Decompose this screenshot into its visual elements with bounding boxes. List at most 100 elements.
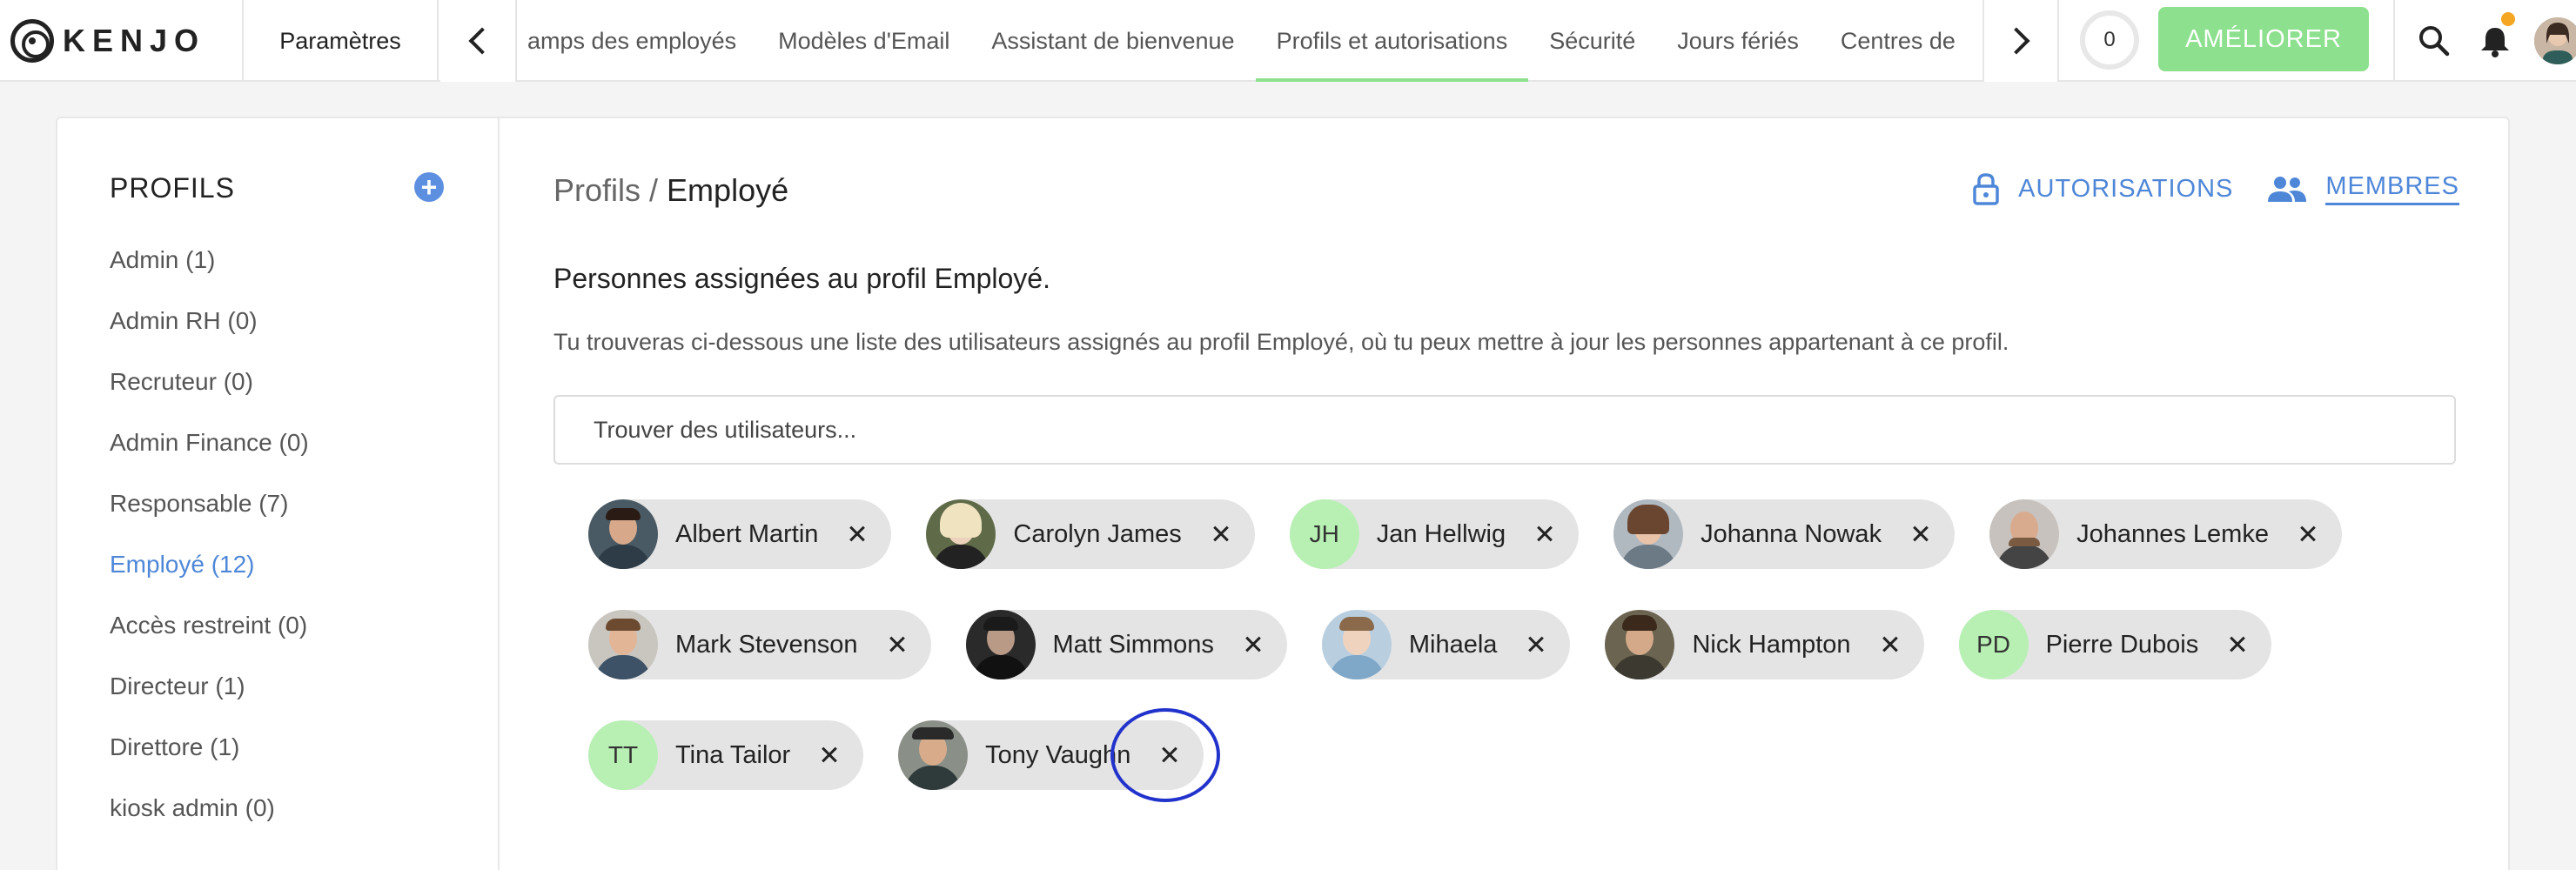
add-profile-button[interactable]: + [414, 172, 444, 202]
profiles-list: Admin (1) Admin RH (0) Recruteur (0) Adm… [110, 230, 309, 839]
member-avatar [1989, 499, 2060, 569]
tabs-scroll-left-button[interactable] [440, 0, 517, 82]
member-chip: Mihaela [1321, 610, 1571, 679]
member-name: Nick Hampton [1692, 630, 1851, 659]
kenjo-logo[interactable]: KENJO [10, 16, 205, 66]
profile-item-recruteur[interactable]: Recruteur (0) [110, 351, 309, 412]
profile-item-kiosk-admin[interactable]: kiosk admin (0) [110, 778, 309, 839]
divider [2057, 0, 2059, 82]
tab-cost-centers[interactable]: Centres de [1820, 0, 1976, 82]
tab-welcome-wizard[interactable]: Assistant de bienvenue [970, 0, 1255, 82]
avatar-image [2534, 17, 2576, 64]
members-tab-label: MEMBRES [2325, 172, 2459, 205]
upgrade-button[interactable]: AMÉLIORER [2158, 7, 2369, 71]
chevron-left-icon [468, 27, 496, 55]
search-icon [2419, 26, 2450, 57]
member-name: Carolyn James [1013, 519, 1182, 548]
people-icon [2268, 177, 2307, 202]
member-name: Tina Tailor [675, 740, 791, 769]
member-chip: Matt Simmons [965, 610, 1287, 679]
remove-member-icon[interactable] [1523, 632, 1549, 658]
remove-member-icon[interactable] [2224, 632, 2251, 658]
breadcrumb-current: Employé [667, 172, 789, 208]
plus-icon: + [420, 171, 438, 203]
profile-item-employe[interactable]: Employé (12) [110, 534, 309, 595]
profile-item-admin[interactable]: Admin (1) [110, 230, 309, 291]
member-chip: TT Tina Tailor [588, 720, 864, 790]
profiles-card: PROFILS + Admin (1) Admin RH (0) Recrute… [56, 117, 2510, 870]
permissions-tab-label: AUTORISATIONS [2018, 174, 2234, 203]
remove-member-icon[interactable] [2295, 521, 2321, 547]
permissions-tab[interactable]: AUTORISATIONS [1973, 172, 2233, 205]
member-name: Tony Vaughn [985, 740, 1131, 769]
tab-email-templates[interactable]: Modèles d'Email [757, 0, 970, 82]
member-avatar: JH [1289, 499, 1359, 569]
chevron-right-icon [2002, 27, 2030, 55]
breadcrumb: Profils / Employé [553, 172, 788, 209]
member-name: Mihaela [1408, 630, 1498, 659]
member-avatar [1613, 499, 1684, 569]
profiles-sidebar: PROFILS + Admin (1) Admin RH (0) Recrute… [57, 118, 500, 870]
bell-icon [2481, 28, 2509, 57]
tab-employee-fields[interactable]: amps des employés [517, 0, 757, 82]
progress-counter[interactable]: 0 [2080, 10, 2139, 70]
member-name: Jan Hellwig [1376, 519, 1506, 548]
profile-item-admin-rh[interactable]: Admin RH (0) [110, 291, 309, 351]
member-chip: Johannes Lemke [1989, 499, 2342, 569]
member-avatar [926, 499, 996, 569]
tab-holidays[interactable]: Jours fériés [1656, 0, 1820, 82]
member-avatar [965, 610, 1036, 679]
member-chip: JH Jan Hellwig [1289, 499, 1580, 569]
tab-profiles-permissions[interactable]: Profils et autorisations [1255, 0, 1529, 82]
logo-text: KENJO [63, 23, 206, 58]
remove-member-icon[interactable] [816, 742, 842, 768]
remove-member-icon[interactable] [884, 632, 910, 658]
user-search-input[interactable]: Trouver des utilisateurs... [553, 395, 2456, 465]
settings-tabs: amps des employés Modèles d'Email Assist… [517, 0, 1982, 82]
remove-member-icon[interactable] [844, 521, 870, 547]
member-chip: Nick Hampton [1605, 610, 1924, 679]
profile-item-directeur[interactable]: Directeur (1) [110, 656, 309, 717]
tabs-scroll-right-button[interactable] [1982, 0, 2059, 82]
breadcrumb-parent[interactable]: Profils / [553, 172, 658, 208]
divider [2393, 0, 2395, 82]
member-avatar [1321, 610, 1392, 679]
member-avatar [898, 720, 969, 790]
profile-item-acces-restreint[interactable]: Accès restreint (0) [110, 595, 309, 656]
remove-member-icon[interactable] [1240, 632, 1266, 658]
members-tab[interactable]: MEMBRES [2268, 172, 2459, 205]
remove-member-icon[interactable] [1157, 742, 1183, 768]
member-avatar [1605, 610, 1675, 679]
member-chip: PD Pierre Dubois [1958, 610, 2272, 679]
member-chip: Carolyn James [926, 499, 1255, 569]
section-title: Personnes assignées au profil Employé. [553, 263, 1050, 294]
top-bar: KENJO Paramètres amps des employés Modèl… [0, 0, 2576, 82]
profile-item-responsable[interactable]: Responsable (7) [110, 473, 309, 534]
member-avatar: TT [588, 720, 658, 790]
member-name: Pierre Dubois [2045, 630, 2199, 659]
member-avatar: PD [1958, 610, 2029, 679]
search-button[interactable] [2411, 17, 2458, 64]
member-name: Johannes Lemke [2076, 519, 2269, 548]
tab-security[interactable]: Sécurité [1528, 0, 1656, 82]
profiles-heading: PROFILS [110, 172, 235, 204]
profile-view-switch: AUTORISATIONS MEMBRES [1973, 172, 2459, 205]
lock-icon [1973, 173, 1999, 205]
member-chip: Johanna Nowak [1613, 499, 1955, 569]
user-avatar[interactable] [2534, 17, 2576, 64]
member-chip: Albert Martin [588, 499, 892, 569]
remove-member-icon[interactable] [1908, 521, 1934, 547]
remove-member-icon[interactable] [1877, 632, 1903, 658]
remove-member-icon[interactable] [1208, 521, 1234, 547]
member-name: Matt Simmons [1052, 630, 1214, 659]
section-description: Tu trouveras ci-dessous une liste des ut… [553, 329, 2009, 355]
settings-tab[interactable]: Paramètres [242, 0, 439, 82]
profile-item-admin-finance[interactable]: Admin Finance (0) [110, 412, 309, 473]
profile-item-direttore[interactable]: Direttore (1) [110, 717, 309, 778]
notifications-button[interactable] [2472, 12, 2519, 64]
logo-icon [10, 19, 54, 63]
remove-member-icon[interactable] [1532, 521, 1558, 547]
member-name: Mark Stevenson [675, 630, 858, 659]
member-chip: Mark Stevenson [588, 610, 931, 679]
assigned-members: Albert Martin Carolyn James JH Jan Hellw… [588, 499, 2451, 831]
